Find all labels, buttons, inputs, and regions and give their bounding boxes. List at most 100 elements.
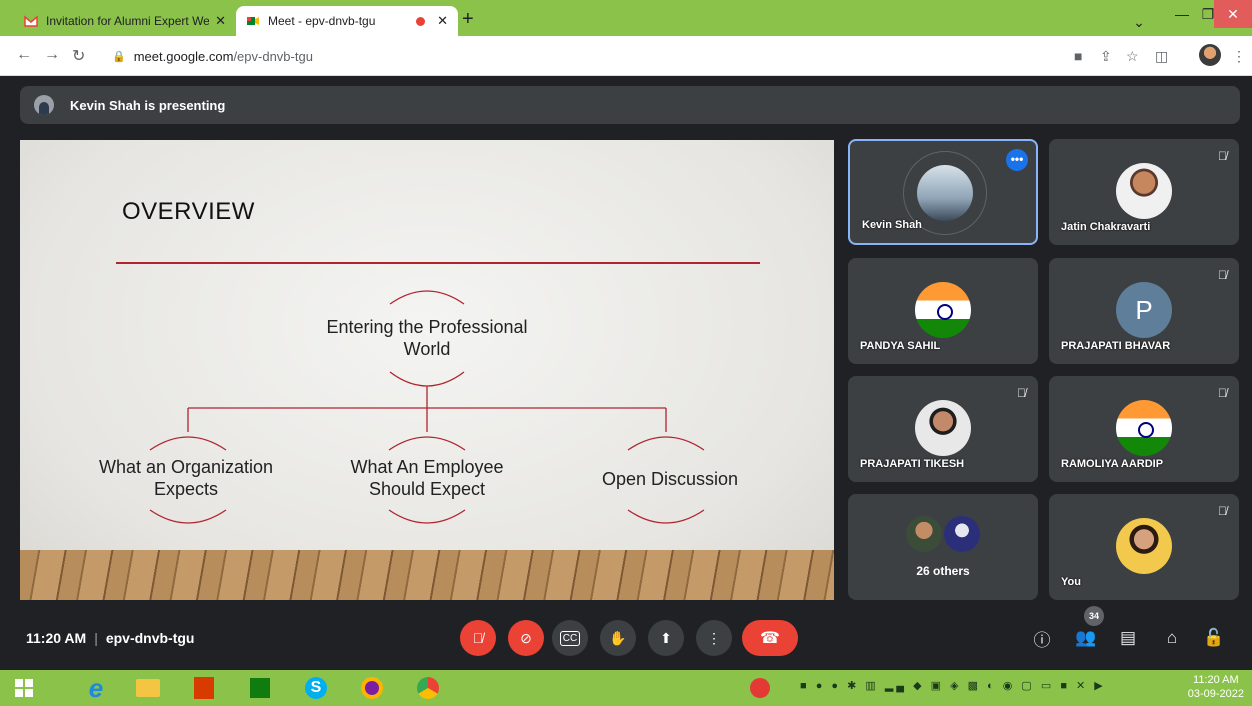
store-icon[interactable] [244,674,276,702]
meet-stage: Kevin Shah is presenting OVERVIEW Enteri… [0,76,1252,670]
participant-tile[interactable]: 🎙̸ RAMOLIYA AARDIP [1049,376,1239,482]
recording-icon [416,16,426,26]
menu-kebab-icon[interactable]: ⋮ [1232,48,1246,65]
gmail-icon [24,14,38,28]
close-tab-icon[interactable]: ✕ [437,13,448,29]
tab-title: Meet - epv-dnvb-tgu [268,14,376,28]
reload-icon[interactable]: ↻ [72,46,85,66]
participant-tile[interactable]: ••• Kevin Shah [848,139,1038,245]
tab-title: Invitation for Alumni Expert Web [46,14,210,28]
participant-tile[interactable]: PANDYA SAHIL [848,258,1038,364]
meeting-info: 11:20 AM | epv-dnvb-tgu [26,630,195,646]
camera-toggle-button[interactable]: ⊘ [508,620,544,656]
self-tile[interactable]: 🎙̸ You [1049,494,1239,600]
tab-gmail[interactable]: Invitation for Alumni Expert Web ✕ [14,6,236,36]
tab-search-icon[interactable]: ⌄ [1126,8,1152,36]
presentation-slide: OVERVIEW Entering the Professional World… [20,140,834,600]
presenter-avatar [34,95,54,115]
more-options-button[interactable]: ⋮ [696,620,732,656]
close-tab-icon[interactable]: ✕ [215,13,226,29]
participant-name: PANDYA SAHIL [860,340,941,352]
participant-tile[interactable]: P 🎙̸ PRAJAPATI BHAVAR [1049,258,1239,364]
skype-icon[interactable]: S [300,674,332,702]
slide-node-left: What an Organization Expects [98,457,274,499]
activities-icon[interactable]: ⌂ [1160,626,1184,650]
camera-off-icon: ⊘ [520,629,532,646]
minimize-button[interactable]: — [1168,0,1196,28]
hang-up-icon: ☎ [760,630,780,647]
slide-node-center: Entering the Professional World [326,317,528,359]
profile-avatar[interactable] [1199,44,1221,66]
tray-app-icon[interactable] [744,674,776,702]
taskbar-clock[interactable]: 11:20 AM 03-09-2022 [1188,673,1244,701]
windows-start-icon[interactable] [8,674,40,702]
clock-time: 11:20 AM [1193,674,1239,686]
mic-off-icon: 🎙̸ [1218,268,1227,282]
presenting-banner: Kevin Shah is presenting [20,86,1240,124]
more-options-icon[interactable]: ••• [1006,149,1028,171]
others-count: 26 others [916,564,970,578]
chrome-icon[interactable] [412,674,444,702]
meeting-details-icon[interactable]: ⓘ [1030,626,1054,650]
participant-name: PRAJAPATI BHAVAR [1061,340,1171,352]
clock-date: 03-09-2022 [1187,688,1244,700]
bookmark-star-icon[interactable]: ☆ [1126,48,1139,65]
mic-off-icon: 🎙̸ [1218,504,1227,518]
mic-toggle-button[interactable]: 🎙̸ [460,620,496,656]
participant-avatar [1116,163,1172,219]
people-icon[interactable]: 👥 [1074,626,1098,650]
chat-icon[interactable]: ▤ [1116,626,1140,650]
app-circle-icon[interactable] [356,674,388,702]
new-tab-button[interactable]: + [462,8,474,31]
arc [389,371,465,387]
close-window-button[interactable]: ✕ [1214,0,1252,28]
present-button[interactable]: ⬆ [648,620,684,656]
slide-divider [116,262,760,264]
file-explorer-icon[interactable] [132,674,164,702]
side-panel-icon[interactable]: ◫ [1155,48,1168,65]
self-avatar [1116,518,1172,574]
forward-icon[interactable]: → [44,46,60,64]
url-path: /epv-dnvb-tgu [233,48,313,64]
participant-avatar [944,516,980,552]
captions-button[interactable]: CC [552,620,588,656]
camera-icon[interactable]: ■ [1074,48,1082,64]
back-icon[interactable]: ← [16,46,32,64]
slide-wood-floor [20,550,834,600]
participant-avatar [1116,400,1172,456]
arc [389,290,465,305]
participant-avatar [917,165,973,221]
meeting-time: 11:20 AM [26,630,87,646]
system-tray-icons[interactable]: ■ ● ● ✱ ▥ ▂▄ ◆ ▣ ◈ ▩ ◐ ◉ ▢ ▭ ■ ✕ ▶ [800,679,1106,692]
participant-name: Jatin Chakravarti [1061,221,1151,233]
browser-tab-strip: Invitation for Alumni Expert Web ✕ Meet … [0,0,1252,36]
mic-off-icon: 🎙̸ [1218,149,1227,163]
participant-name: RAMOLIYA AARDIP [1061,458,1164,470]
office-app-icon[interactable] [188,674,220,702]
others-tile[interactable]: 26 others [848,494,1038,600]
mic-off-icon: 🎙̸ [1218,386,1227,400]
internet-explorer-icon[interactable]: e [80,673,112,703]
lock-icon[interactable]: 🔒 [112,50,126,63]
people-count-badge: 34 [1084,606,1104,626]
hand-icon: ✋ [609,629,627,646]
participant-name: You [1061,576,1081,588]
mic-off-icon: 🎙̸ [1017,386,1026,400]
participant-tile[interactable]: 🎙̸ Jatin Chakravarti [1049,139,1239,245]
participant-tile[interactable]: 🎙̸ PRAJAPATI TIKESH [848,376,1038,482]
meet-icon [246,14,260,28]
presenting-text: Kevin Shah is presenting [70,97,226,113]
address-bar[interactable]: 🔒 meet.google.com /epv-dnvb-tgu [100,42,1060,70]
captions-icon: CC [559,630,581,646]
leave-call-button[interactable]: ☎ [742,620,798,656]
share-icon[interactable]: ⇪ [1100,48,1112,65]
mic-off-icon: 🎙̸ [472,630,484,646]
url-host: meet.google.com [133,48,234,64]
browser-toolbar: ← → ↻ 🔒 meet.google.com /epv-dnvb-tgu ■ … [0,36,1252,76]
raise-hand-button[interactable]: ✋ [600,620,636,656]
participant-initial: P [1116,282,1172,338]
host-controls-icon[interactable]: 🔓 [1202,626,1226,650]
tab-meet[interactable]: Meet - epv-dnvb-tgu ✕ [236,6,458,36]
participant-avatar [906,516,942,552]
more-vert-icon: ⋮ [707,629,721,646]
